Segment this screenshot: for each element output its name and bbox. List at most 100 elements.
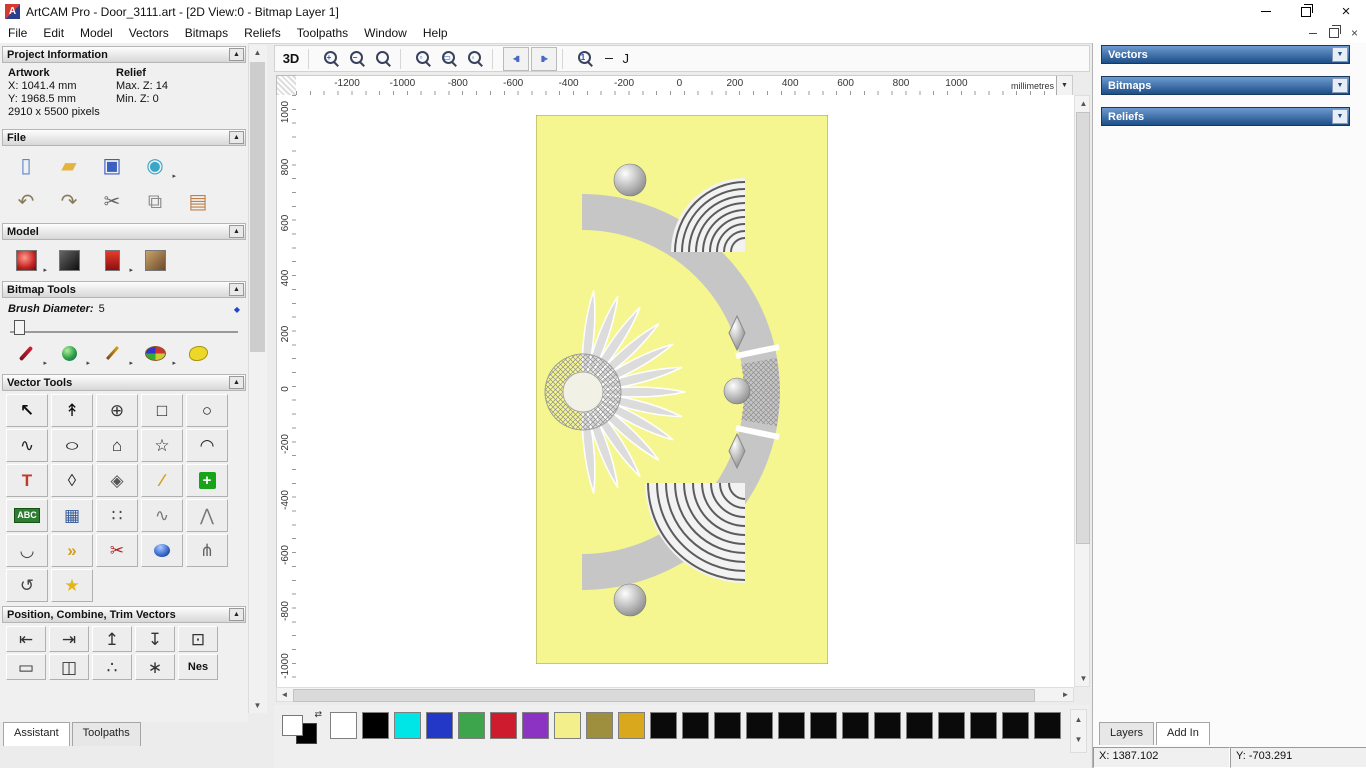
palette-swatch-black[interactable] bbox=[362, 712, 389, 739]
star-wizard-tool[interactable]: ★ bbox=[51, 569, 93, 602]
trim-vectors-tool[interactable]: ✂ bbox=[96, 534, 138, 567]
vertical-scrollbar[interactable]: ▲ ▼ bbox=[1074, 95, 1090, 687]
palette-swatch-white[interactable] bbox=[330, 712, 357, 739]
minimize-button[interactable] bbox=[1246, 0, 1286, 23]
scrollbar-thumb[interactable] bbox=[1076, 112, 1090, 544]
menu-edit[interactable]: Edit bbox=[35, 24, 72, 42]
flyout-arrow-icon[interactable]: ▸ bbox=[129, 266, 133, 274]
create-circle-tool[interactable]: ○ bbox=[186, 394, 228, 427]
scroll-left-icon[interactable]: ◄ bbox=[277, 688, 292, 701]
line-style-preview[interactable]: J bbox=[599, 48, 630, 70]
scroll-up-icon[interactable]: ▲ bbox=[1071, 710, 1086, 730]
menu-model[interactable]: Model bbox=[72, 24, 121, 42]
assistant-scrollbar[interactable]: ▲ ▼ bbox=[248, 45, 267, 713]
colour-blend-icon[interactable]: ▸ bbox=[49, 336, 90, 370]
align-vertical-icon[interactable]: ◫ bbox=[49, 654, 89, 680]
menu-bitmaps[interactable]: Bitmaps bbox=[177, 24, 236, 42]
collapse-button[interactable]: ▲ bbox=[229, 283, 244, 296]
transform-vectors-tool[interactable]: ⊕ bbox=[96, 394, 138, 427]
horizontal-scrollbar[interactable]: ◄ ► bbox=[276, 687, 1074, 702]
zoom-scale-button[interactable]: 1 bbox=[573, 48, 597, 70]
palette-swatch-green[interactable] bbox=[458, 712, 485, 739]
paste-along-curve-icon[interactable]: ∴ bbox=[92, 654, 132, 680]
colour-palette-icon[interactable]: ▸ bbox=[135, 336, 176, 370]
scroll-down-icon[interactable]: ▼ bbox=[1075, 671, 1092, 686]
mdi-close-icon[interactable]: × bbox=[1351, 26, 1358, 41]
fit-curve-tool[interactable]: ∿ bbox=[141, 499, 183, 532]
mdi-restore-icon[interactable] bbox=[1328, 25, 1341, 38]
flyout-arrow-icon[interactable]: ▸ bbox=[86, 359, 90, 367]
flyout-arrow-icon[interactable]: ▸ bbox=[43, 266, 47, 274]
create-rectangle-tool[interactable]: □ bbox=[141, 394, 183, 427]
block-replicate-icon[interactable]: ∗ bbox=[135, 654, 175, 680]
greyscale-view-icon[interactable] bbox=[49, 243, 89, 277]
paste-icon[interactable]: ▤ bbox=[178, 185, 218, 219]
flyout-arrow-icon[interactable]: ▸ bbox=[172, 172, 176, 180]
collapse-button[interactable]: ▲ bbox=[229, 608, 244, 621]
palette-swatch-olive[interactable] bbox=[586, 712, 613, 739]
scroll-down-icon[interactable]: ▼ bbox=[249, 698, 266, 713]
new-model-icon[interactable]: ▯ bbox=[6, 149, 46, 183]
palette-swatch-black-13[interactable] bbox=[1002, 712, 1029, 739]
nest-vectors-icon[interactable]: Nes bbox=[178, 654, 218, 680]
block-copy-tool[interactable]: + bbox=[186, 464, 228, 497]
collapse-button[interactable]: ▲ bbox=[229, 376, 244, 389]
node-editing-tool[interactable]: ↟ bbox=[51, 394, 93, 427]
align-horizontal-icon[interactable]: ▭ bbox=[6, 654, 46, 680]
reliefs-panel-header[interactable]: Reliefs ▼ bbox=[1101, 107, 1350, 126]
copy-icon[interactable]: ⧉ bbox=[135, 185, 175, 219]
palette-scrollbar[interactable]: ▲ ▼ bbox=[1070, 709, 1087, 753]
scroll-up-icon[interactable]: ▲ bbox=[1075, 96, 1092, 111]
palette-swatch-black-12[interactable] bbox=[970, 712, 997, 739]
bitmaps-dropdown-icon[interactable]: ▼ bbox=[1332, 78, 1348, 93]
palette-swatch-black-6[interactable] bbox=[778, 712, 805, 739]
palette-swatch-blue[interactable] bbox=[426, 712, 453, 739]
relief-clipart-icon[interactable]: ▸ bbox=[92, 243, 133, 277]
menu-file[interactable]: File bbox=[0, 24, 35, 42]
menu-reliefs[interactable]: Reliefs bbox=[236, 24, 289, 42]
zoom-box-button[interactable]: ▫ bbox=[411, 48, 435, 70]
palette-swatch-black-10[interactable] bbox=[906, 712, 933, 739]
palette-swatch-purple[interactable] bbox=[522, 712, 549, 739]
scrollbar-thumb[interactable] bbox=[250, 62, 265, 352]
next-bitmap-layer-button[interactable]: ▮▸ bbox=[531, 46, 557, 71]
menu-window[interactable]: Window bbox=[356, 24, 415, 42]
slider-thumb[interactable] bbox=[14, 320, 25, 335]
redo-icon[interactable]: ↷ bbox=[49, 185, 89, 219]
primary-colour-swatch[interactable] bbox=[282, 715, 303, 736]
open-model-icon[interactable]: ▰ bbox=[49, 149, 89, 183]
scatter-points-tool[interactable]: ∷ bbox=[96, 499, 138, 532]
vectors-dropdown-icon[interactable]: ▼ bbox=[1332, 47, 1348, 62]
create-diamond-tool[interactable]: ◈ bbox=[96, 464, 138, 497]
tab-add-in[interactable]: Add In bbox=[1156, 722, 1210, 745]
join-vectors-tool[interactable]: » bbox=[51, 534, 93, 567]
reliefs-dropdown-icon[interactable]: ▼ bbox=[1332, 109, 1348, 124]
create-polygon-tool[interactable]: ⌂ bbox=[96, 429, 138, 462]
palette-swatch-black-7[interactable] bbox=[810, 712, 837, 739]
create-arc-tool[interactable]: ◠ bbox=[186, 429, 228, 462]
primary-secondary-colour[interactable]: ⇄ bbox=[282, 709, 322, 744]
create-polyline-tool[interactable]: ∿ bbox=[6, 429, 48, 462]
create-ellipse-tool[interactable]: ○ bbox=[51, 429, 93, 462]
menu-help[interactable]: Help bbox=[415, 24, 456, 42]
view-3d-button[interactable]: 3D bbox=[279, 48, 303, 70]
wrap-text-tool[interactable]: ◊ bbox=[51, 464, 93, 497]
units-dropdown[interactable]: ▼ bbox=[1056, 76, 1072, 95]
vectors-panel-header[interactable]: Vectors ▼ bbox=[1101, 45, 1350, 64]
flyout-arrow-icon[interactable]: ▸ bbox=[43, 359, 47, 367]
flyout-arrow-icon[interactable]: ▸ bbox=[172, 359, 176, 367]
create-text-tool[interactable]: T bbox=[6, 464, 48, 497]
vector-grid-tool[interactable]: ▦ bbox=[51, 499, 93, 532]
flood-fill-icon[interactable] bbox=[178, 336, 218, 370]
convert-text-tool[interactable]: ABC bbox=[6, 499, 48, 532]
swap-colours-icon[interactable]: ⇄ bbox=[314, 709, 322, 720]
align-bottom-icon[interactable]: ↧ bbox=[135, 626, 175, 652]
paint-brush-icon[interactable]: ▸ bbox=[6, 336, 47, 370]
palette-swatch-black-8[interactable] bbox=[842, 712, 869, 739]
dimension-tool[interactable]: ∕ bbox=[141, 464, 183, 497]
menu-vectors[interactable]: Vectors bbox=[121, 24, 177, 42]
palette-swatch-black-5[interactable] bbox=[746, 712, 773, 739]
cut-icon[interactable]: ✂ bbox=[92, 185, 132, 219]
fillet-tool[interactable]: ◡ bbox=[6, 534, 48, 567]
flyout-arrow-icon[interactable]: ▸ bbox=[129, 359, 133, 367]
